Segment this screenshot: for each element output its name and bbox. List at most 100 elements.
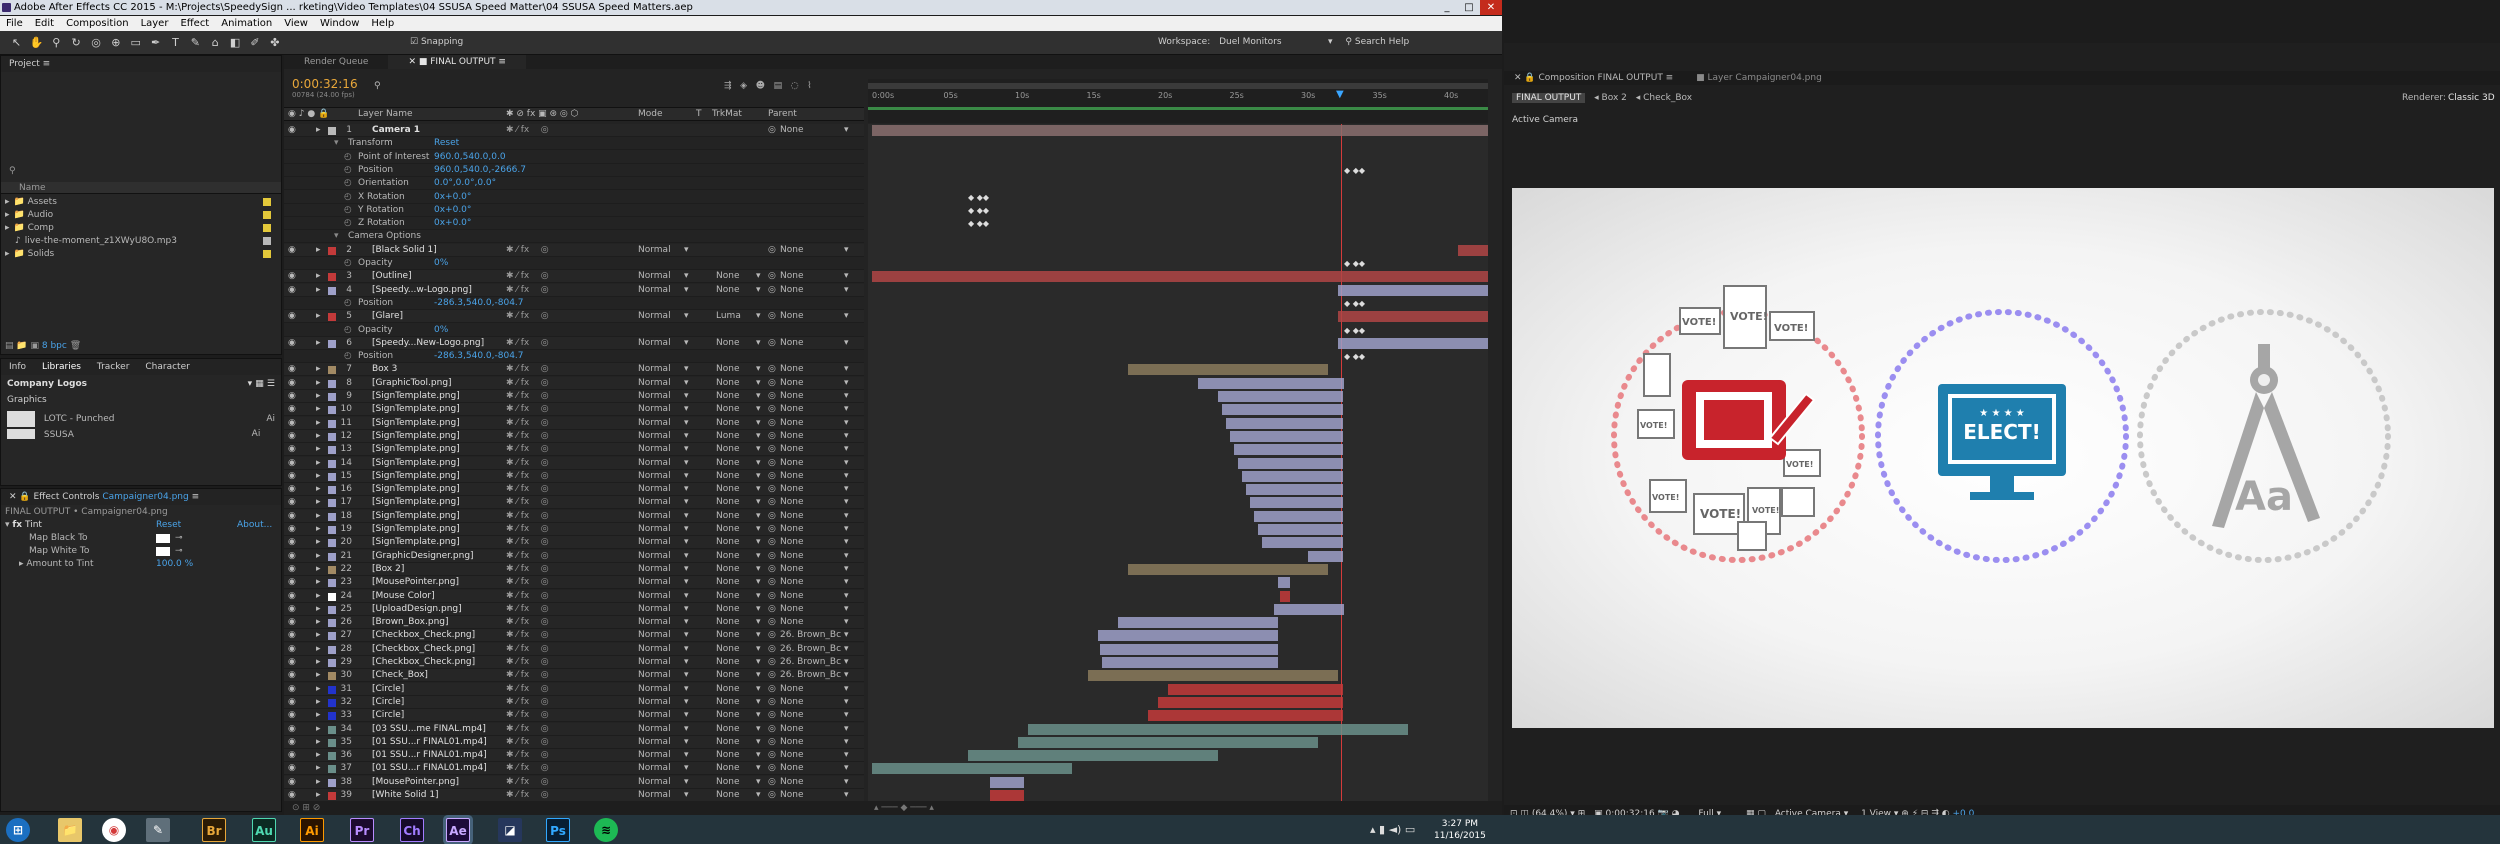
expand-arrow-icon[interactable]: ▸ bbox=[316, 377, 321, 390]
parent-select[interactable]: None bbox=[780, 576, 803, 589]
label-color[interactable] bbox=[328, 526, 336, 534]
expand-arrow-icon[interactable]: ▸ bbox=[316, 736, 321, 749]
label-color[interactable] bbox=[328, 499, 336, 508]
trkmat-select[interactable]: None bbox=[716, 709, 739, 722]
project-item-comp[interactable]: ▸ 📁 Comp bbox=[1, 222, 281, 235]
layer-duration-bar[interactable] bbox=[1258, 524, 1343, 535]
property-value[interactable]: 960.0,540.0,0.0 bbox=[434, 151, 506, 164]
chevron-down-icon[interactable]: ▾ bbox=[684, 417, 689, 430]
layer-switches[interactable]: ✱ ⁄ fx ◎ bbox=[506, 749, 549, 762]
label-color[interactable] bbox=[328, 313, 336, 322]
parent-select[interactable]: None bbox=[780, 749, 803, 762]
parent-select[interactable]: 26. Brown_Bc bbox=[780, 656, 841, 669]
blend-mode-select[interactable]: Normal bbox=[638, 536, 671, 549]
chevron-down-icon[interactable]: ▾ bbox=[756, 683, 761, 696]
layer-switches[interactable]: ✱ ⁄ fx ◎ bbox=[506, 124, 549, 137]
pickwhip-icon[interactable]: ◎ bbox=[768, 270, 776, 283]
chevron-down-icon[interactable]: ▾ bbox=[844, 470, 849, 483]
pickwhip-icon[interactable]: ◎ bbox=[768, 629, 776, 642]
layer-row[interactable]: ◉ ▸ 7 Box 3 ✱ ⁄ fx ◎ Normal ▾ None ▾ ◎ None ▾ bbox=[284, 363, 864, 377]
chevron-down-icon[interactable]: ▾ bbox=[756, 390, 761, 403]
layer-switches[interactable]: ✱ ⁄ fx ◎ bbox=[506, 496, 549, 509]
parent-select[interactable]: None bbox=[780, 563, 803, 576]
layer-name[interactable]: [SignTemplate.png] bbox=[372, 430, 460, 443]
layer-name[interactable]: [Checkbox_Check.png] bbox=[372, 656, 475, 669]
trkmat-select[interactable]: None bbox=[716, 550, 739, 563]
project-item-solids[interactable]: ▸ 📁 Solids bbox=[1, 248, 281, 261]
chevron-down-icon[interactable]: ▾ bbox=[684, 576, 689, 589]
layer-row[interactable]: ◉ ▸ 4 [Speedy...w-Logo.png] ✱ ⁄ fx ◎ Normal ▾ N… bbox=[284, 283, 864, 297]
chevron-down-icon[interactable]: ▾ bbox=[684, 669, 689, 682]
layer-switches[interactable]: ✱ ⁄ fx ◎ bbox=[506, 310, 549, 323]
layer-switches[interactable]: ✱ ⁄ fx ◎ bbox=[506, 244, 549, 257]
layer-name[interactable]: [MousePointer.png] bbox=[372, 776, 459, 789]
graph-editor-icon[interactable]: ⌇ bbox=[807, 81, 811, 91]
visibility-eye-icon[interactable]: ◉ bbox=[288, 656, 296, 669]
chevron-down-icon[interactable]: ▾ bbox=[844, 576, 849, 589]
expand-arrow-icon[interactable]: ▸ bbox=[316, 470, 321, 483]
expand-arrow-icon[interactable]: ▸ bbox=[316, 483, 321, 496]
layer-name[interactable]: [Speedy...w-Logo.png] bbox=[372, 284, 472, 297]
blend-mode-select[interactable]: Normal bbox=[638, 496, 671, 509]
stopwatch-icon[interactable]: ▾ bbox=[334, 137, 339, 150]
label-color[interactable] bbox=[328, 698, 336, 707]
chevron-down-icon[interactable]: ▾ bbox=[844, 417, 849, 430]
parent-select[interactable]: 26. Brown_Bc bbox=[780, 643, 841, 656]
layer-switches[interactable]: ✱ ⁄ fx ◎ bbox=[506, 470, 549, 483]
menu-animation[interactable]: Animation bbox=[221, 16, 272, 31]
label-color[interactable] bbox=[328, 419, 336, 428]
layer-row[interactable]: ◉ ▸ 6 [Speedy...New-Logo.png] ✱ ⁄ fx ◎ Normal… bbox=[284, 336, 864, 350]
label-color[interactable] bbox=[328, 286, 336, 295]
label-color[interactable] bbox=[328, 393, 336, 401]
label-color[interactable] bbox=[328, 605, 336, 614]
trkmat-select[interactable]: None bbox=[716, 683, 739, 696]
pickwhip-icon[interactable]: ◎ bbox=[768, 244, 776, 257]
parent-select[interactable]: None bbox=[780, 603, 803, 616]
about-link[interactable]: About... bbox=[237, 519, 272, 532]
chevron-down-icon[interactable]: ▾ bbox=[684, 310, 689, 323]
visibility-eye-icon[interactable]: ◉ bbox=[288, 403, 296, 416]
layer-row[interactable]: ◉ ▸ 15 [SignTemplate.png] ✱ ⁄ fx ◎ Normal ▾ Non… bbox=[284, 469, 864, 483]
chevron-down-icon[interactable]: ▾ bbox=[844, 124, 849, 137]
blend-mode-select[interactable]: Normal bbox=[638, 762, 671, 775]
trkmat-select[interactable]: None bbox=[716, 749, 739, 762]
chevron-down-icon[interactable]: ▾ bbox=[684, 510, 689, 523]
chevron-down-icon[interactable]: ▾ bbox=[684, 523, 689, 536]
keyframe-icon[interactable]: ◆ ◆◆ bbox=[1344, 298, 1404, 309]
layer-switches[interactable]: ✱ ⁄ fx ◎ bbox=[506, 270, 549, 283]
chevron-down-icon[interactable]: ▾ bbox=[844, 736, 849, 749]
label-color[interactable] bbox=[328, 127, 336, 135]
layer-name[interactable]: [01 SSU...r FINAL01.mp4] bbox=[372, 736, 487, 749]
chevron-down-icon[interactable]: ▾ bbox=[844, 270, 849, 283]
chevron-down-icon[interactable]: ▾ bbox=[756, 523, 761, 536]
visibility-eye-icon[interactable]: ◉ bbox=[288, 669, 296, 682]
visibility-eye-icon[interactable]: ◉ bbox=[288, 643, 296, 656]
chevron-down-icon[interactable]: ▾ bbox=[756, 284, 761, 297]
trkmat-select[interactable]: None bbox=[716, 616, 739, 629]
chevron-down-icon[interactable]: ▾ bbox=[684, 762, 689, 775]
chevron-down-icon[interactable]: ▾ bbox=[684, 696, 689, 709]
visibility-eye-icon[interactable]: ◉ bbox=[288, 616, 296, 629]
layer-duration-bar[interactable] bbox=[1308, 550, 1343, 562]
expand-arrow-icon[interactable]: ▸ bbox=[316, 443, 321, 456]
visibility-eye-icon[interactable]: ◉ bbox=[288, 510, 296, 523]
layer-duration-bar[interactable] bbox=[1222, 404, 1343, 416]
property-row[interactable]: ◴ Z Rotation 0x+0.0° bbox=[284, 217, 864, 231]
layer-duration-bar[interactable] bbox=[1118, 617, 1278, 629]
layer-duration-bar[interactable] bbox=[1168, 683, 1343, 695]
volume-icon[interactable]: ◄) bbox=[1389, 823, 1402, 836]
label-color[interactable] bbox=[328, 579, 336, 588]
expand-arrow-icon[interactable]: ▸ bbox=[316, 563, 321, 576]
nav-final-output[interactable]: FINAL OUTPUT bbox=[1512, 93, 1586, 103]
snapping-toggle[interactable]: ☑ Snapping bbox=[410, 37, 463, 47]
property-row[interactable]: ▾ Transform Reset bbox=[284, 137, 864, 151]
layer-row[interactable]: ◉ ▸ 17 [SignTemplate.png] ✱ ⁄ fx ◎ Normal ▾ Non… bbox=[284, 496, 864, 510]
chevron-down-icon[interactable]: ▾ bbox=[684, 683, 689, 696]
layer-row[interactable]: ◉ ▸ 26 [Brown_Box.png] ✱ ⁄ fx ◎ Normal ▾ None ▾ ◎… bbox=[284, 616, 864, 630]
layer-switches[interactable]: ✱ ⁄ fx ◎ bbox=[506, 563, 549, 576]
network-icon[interactable]: ▮ bbox=[1379, 823, 1385, 836]
parent-select[interactable]: None bbox=[780, 310, 803, 323]
parent-select[interactable]: None bbox=[780, 776, 803, 789]
pickwhip-icon[interactable]: ◎ bbox=[768, 403, 776, 416]
chevron-down-icon[interactable]: ▾ bbox=[756, 709, 761, 722]
